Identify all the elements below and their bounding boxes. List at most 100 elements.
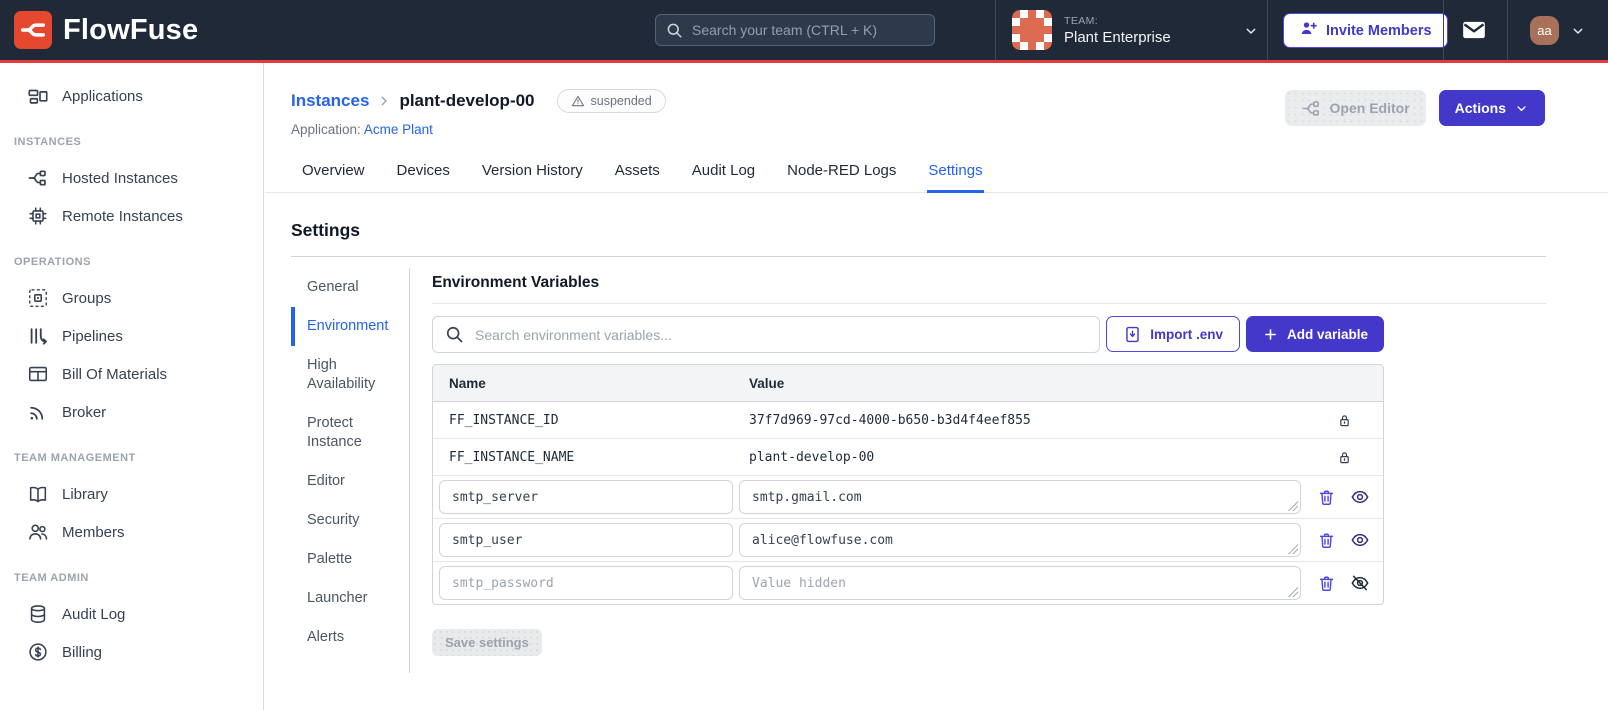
tab-overview[interactable]: Overview	[301, 154, 366, 192]
settings-nav-launcher[interactable]: Launcher	[291, 579, 409, 618]
env-search	[432, 316, 1101, 353]
breadcrumb-current: plant-develop-00	[399, 91, 535, 110]
user-avatar[interactable]: aa	[1530, 16, 1559, 45]
hosted-instances-icon	[27, 167, 49, 189]
settings-nav-security[interactable]: Security	[291, 501, 409, 540]
delete-variable-button[interactable]	[1317, 574, 1336, 593]
chevron-down-icon[interactable]	[1243, 23, 1259, 44]
settings-nav-palette[interactable]: Palette	[291, 540, 409, 579]
divider	[995, 0, 996, 60]
toggle-visibility-button[interactable]	[1350, 487, 1370, 507]
header-buttons: Open Editor Actions	[1284, 90, 1545, 126]
sidebar-item-applications[interactable]: Applications	[0, 77, 263, 115]
lock-icon	[1336, 449, 1353, 466]
sidebar-section-operations: OPERATIONS	[14, 256, 91, 268]
search-icon	[444, 324, 464, 349]
toggle-visibility-button[interactable]	[1350, 573, 1370, 593]
tab-assets[interactable]: Assets	[614, 154, 661, 192]
sidebar-item-label: Bill Of Materials	[62, 365, 168, 383]
settings-nav-high-availability[interactable]: High Availability	[291, 346, 409, 404]
mail-icon[interactable]	[1461, 17, 1487, 48]
bill-of-materials-icon	[27, 363, 49, 385]
resize-grip[interactable]	[1288, 544, 1298, 554]
trash-icon	[1317, 531, 1336, 550]
trash-icon	[1317, 574, 1336, 593]
sidebar-item-hosted-instances[interactable]: Hosted Instances	[0, 159, 263, 197]
toggle-visibility-button[interactable]	[1350, 530, 1370, 550]
sidebar-item-groups[interactable]: Groups	[0, 279, 263, 317]
flowfuse-app: FlowFuse TEAM	[0, 0, 1608, 710]
env-search-input[interactable]	[432, 316, 1101, 353]
import-env-button[interactable]: Import .env	[1106, 316, 1240, 352]
sidebar-item-library[interactable]: Library	[0, 475, 263, 513]
env-var-name-input[interactable]	[439, 566, 733, 600]
brand-name: FlowFuse	[63, 13, 199, 46]
table-row	[433, 476, 1383, 519]
column-header-name: Name	[449, 375, 486, 391]
sidebar-item-label: Groups	[62, 289, 112, 307]
tab-version-history[interactable]: Version History	[481, 154, 584, 192]
env-var-value-input[interactable]	[739, 480, 1301, 514]
team-selector[interactable]: TEAM: Plant Enterprise	[1012, 10, 1171, 50]
open-editor-label: Open Editor	[1329, 100, 1410, 116]
actions-button[interactable]: Actions	[1438, 90, 1545, 126]
sidebar-item-billing[interactable]: Billing	[0, 633, 263, 671]
delete-variable-button[interactable]	[1317, 531, 1336, 550]
members-icon	[27, 521, 49, 543]
application-name-link[interactable]: Acme Plant	[364, 122, 433, 137]
sidebar-item-pipelines[interactable]: Pipelines	[0, 317, 263, 355]
table-row	[433, 562, 1383, 604]
chevron-down-icon	[1514, 101, 1529, 116]
table-row: FF_INSTANCE_ID 37f7d969-97cd-4000-b650-b…	[433, 402, 1383, 439]
settings-nav-editor[interactable]: Editor	[291, 462, 409, 501]
team-search-input[interactable]	[655, 14, 935, 46]
open-editor-button[interactable]: Open Editor	[1284, 90, 1426, 126]
save-settings-button[interactable]: Save settings	[432, 629, 542, 656]
eye-off-icon	[1350, 573, 1370, 593]
delete-variable-button[interactable]	[1317, 488, 1336, 507]
sidebar-item-label: Pipelines	[62, 327, 123, 345]
search-icon	[665, 21, 683, 44]
breadcrumb-instances-link[interactable]: Instances	[291, 91, 369, 111]
settings-nav-protect-instance[interactable]: Protect Instance	[291, 404, 409, 462]
divider	[1443, 0, 1444, 60]
tab-node-red-logs[interactable]: Node-RED Logs	[786, 154, 897, 192]
chevron-down-icon[interactable]	[1570, 23, 1586, 44]
resize-grip[interactable]	[1288, 587, 1298, 597]
actions-label: Actions	[1454, 100, 1506, 116]
groups-icon	[27, 287, 49, 309]
tab-audit-log[interactable]: Audit Log	[691, 154, 756, 192]
settings-nav-environment[interactable]: Environment	[291, 307, 409, 346]
invite-members-button[interactable]: Invite Members	[1283, 13, 1448, 48]
sidebar-item-label: Members	[62, 523, 125, 541]
environment-title: Environment Variables	[432, 268, 1546, 304]
add-variable-button[interactable]: Add variable	[1245, 316, 1384, 352]
tab-settings[interactable]: Settings	[927, 154, 984, 193]
tab-devices[interactable]: Devices	[396, 154, 451, 192]
sidebar-item-remote-instances[interactable]: Remote Instances	[0, 197, 263, 235]
settings-section: Settings General Environment High Availa…	[265, 220, 1608, 673]
sidebar-item-bill-of-materials[interactable]: Bill Of Materials	[0, 355, 263, 393]
brand-logo[interactable]: FlowFuse	[14, 11, 198, 49]
env-var-name-input[interactable]	[439, 523, 733, 557]
sidebar-item-audit-log[interactable]: Audit Log	[0, 595, 263, 633]
import-env-label: Import .env	[1150, 326, 1223, 342]
invite-members-label: Invite Members	[1326, 22, 1432, 39]
team-search	[655, 14, 935, 46]
status-badge-label: suspended	[590, 94, 652, 108]
sidebar-item-members[interactable]: Members	[0, 513, 263, 551]
resize-grip[interactable]	[1288, 501, 1298, 511]
plus-icon	[1262, 326, 1279, 343]
env-var-value-input[interactable]	[739, 523, 1301, 557]
env-var-value: 37f7d969-97cd-4000-b650-b3d4f4eef855	[749, 412, 1031, 428]
table-header-row: Name Value	[433, 365, 1383, 402]
sidebar-item-broker[interactable]: Broker	[0, 393, 263, 431]
settings-nav-alerts[interactable]: Alerts	[291, 618, 409, 657]
import-env-icon	[1123, 325, 1142, 344]
team-avatar	[1012, 10, 1052, 50]
settings-nav-general[interactable]: General	[291, 268, 409, 307]
env-var-value-input[interactable]	[739, 566, 1301, 600]
sidebar-section-team-admin: TEAM ADMIN	[14, 572, 89, 584]
env-var-name-input[interactable]	[439, 480, 733, 514]
env-variables-table: Name Value FF_INSTANCE_ID 37f7d969-97cd-…	[432, 364, 1384, 605]
